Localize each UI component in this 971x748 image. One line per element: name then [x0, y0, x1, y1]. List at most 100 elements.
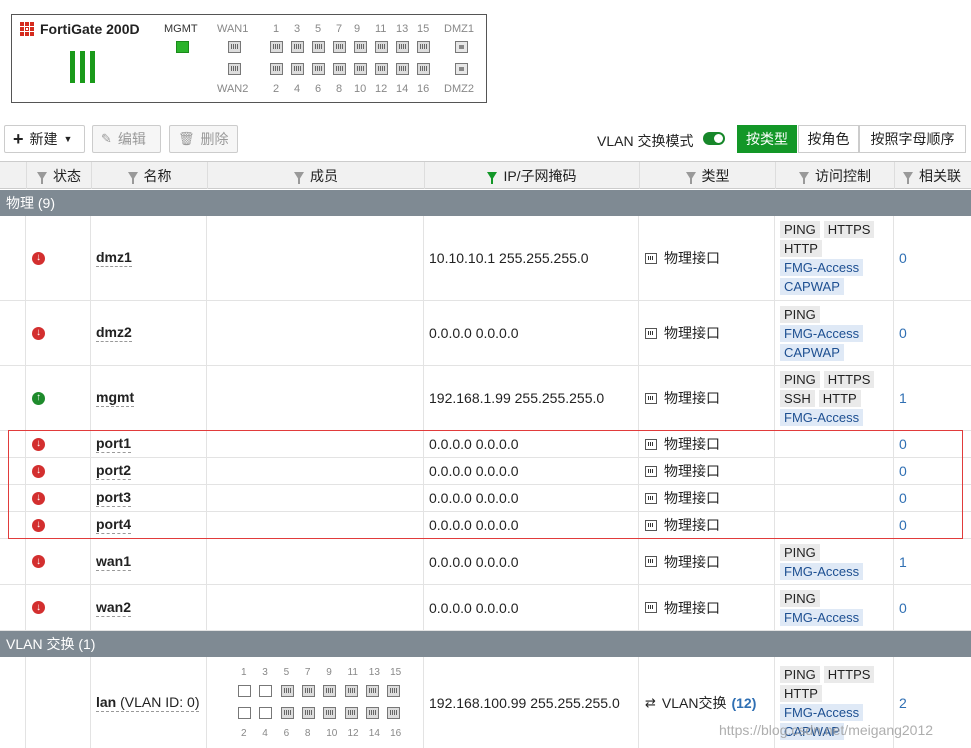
wan1-port[interactable] [228, 41, 241, 53]
name-cell[interactable]: wan1 [96, 539, 132, 584]
ref-count[interactable]: 0 [899, 512, 907, 538]
interface-name[interactable]: wan2 [96, 599, 132, 617]
name-cell[interactable]: dmz2 [96, 301, 132, 365]
ref-count[interactable]: 1 [899, 366, 907, 430]
table-row[interactable]: ↓ dmz2 0.0.0.0 0.0.0.0 物理接口 PING FMG-Acce… [0, 301, 971, 366]
switch-port[interactable] [291, 63, 304, 75]
lan-port-member[interactable] [365, 707, 379, 719]
lan-port-member[interactable] [344, 685, 358, 697]
lan-port-empty[interactable] [259, 707, 273, 719]
table-row[interactable]: ↓ port1 0.0.0.0 0.0.0.0 物理接口 0 [0, 431, 971, 458]
lan-port-number: 9 [326, 667, 332, 678]
switch-port[interactable] [396, 63, 409, 75]
dmz1-port[interactable] [455, 41, 468, 53]
ref-count[interactable]: 0 [899, 485, 907, 511]
col-access[interactable]: 访问控制 [775, 162, 894, 189]
group-physical[interactable]: 物理 (9) [0, 190, 971, 216]
lan-port-empty[interactable] [238, 707, 251, 719]
interface-name[interactable]: port1 [96, 435, 131, 453]
table-row[interactable]: ↓ port2 0.0.0.0 0.0.0.0 物理接口 0 [0, 458, 971, 485]
dmz2-port[interactable] [455, 63, 468, 75]
interface-name[interactable]: port2 [96, 462, 131, 480]
col-type[interactable]: 类型 [639, 162, 775, 189]
lan-port-member[interactable] [344, 707, 358, 719]
lan-port-member[interactable] [280, 685, 294, 697]
switch-port[interactable] [417, 63, 430, 75]
lan-port-member[interactable] [387, 707, 401, 719]
ref-count[interactable]: 0 [899, 431, 907, 457]
switch-port[interactable] [270, 41, 283, 53]
lan-port-member[interactable] [365, 685, 379, 697]
table-row[interactable]: ↓ wan1 0.0.0.0 0.0.0.0 物理接口 PING FMG-Acce… [0, 539, 971, 585]
lan-port-number: 10 [326, 728, 338, 739]
table-row[interactable]: ↓ port3 0.0.0.0 0.0.0.0 物理接口 0 [0, 485, 971, 512]
col-status[interactable]: 状态 [26, 162, 91, 189]
name-cell[interactable]: port3 [96, 485, 131, 511]
interface-name[interactable]: port4 [96, 516, 131, 534]
view-by-type-button[interactable]: 按类型 [737, 125, 797, 153]
name-cell[interactable]: dmz1 [96, 216, 132, 300]
switch-port[interactable] [270, 63, 283, 75]
lan-port-empty[interactable] [259, 685, 273, 697]
switch-port[interactable] [375, 41, 388, 53]
lan-type-count[interactable]: (12) [731, 695, 756, 711]
interface-name[interactable]: port3 [96, 489, 131, 507]
interface-name[interactable]: dmz2 [96, 324, 132, 342]
table-row[interactable]: ↓ port4 0.0.0.0 0.0.0.0 物理接口 0 [0, 512, 971, 539]
group-vlan[interactable]: VLAN 交换 (1) [0, 631, 971, 657]
view-alpha-button[interactable]: 按照字母顺序 [859, 125, 966, 153]
vlan-mode-toggle[interactable] [703, 132, 725, 145]
lan-port-member[interactable] [301, 685, 315, 697]
lan-port-number: 4 [262, 728, 268, 739]
interface-name[interactable]: wan1 [96, 553, 132, 571]
ref-count[interactable]: 0 [899, 216, 907, 300]
name-cell[interactable]: port4 [96, 512, 131, 538]
interface-name[interactable]: mgmt [96, 389, 135, 407]
table-row[interactable]: ↑ mgmt 192.168.1.99 255.255.255.0 物理接口 P… [0, 366, 971, 431]
col-ip[interactable]: IP/子网掩码 [424, 162, 639, 189]
lan-port-member[interactable] [323, 685, 337, 697]
name-cell[interactable]: port2 [96, 458, 131, 484]
switch-port[interactable] [333, 63, 346, 75]
lan-port-member[interactable] [387, 685, 401, 697]
switch-port[interactable] [375, 63, 388, 75]
lan-port-member[interactable] [280, 707, 294, 719]
switch-port[interactable] [354, 41, 367, 53]
col-ref[interactable]: 相关联 [894, 162, 971, 189]
switch-port[interactable] [333, 41, 346, 53]
dmz2-label: DMZ2 [444, 83, 474, 95]
switch-port[interactable] [417, 41, 430, 53]
mgmt-port[interactable] [176, 41, 189, 53]
switch-port[interactable] [312, 63, 325, 75]
new-button[interactable]: + 新建 ▼ [4, 125, 85, 153]
lan-port-member[interactable] [323, 707, 337, 719]
name-cell[interactable]: wan2 [96, 585, 132, 630]
table-row[interactable]: ↓ dmz1 10.10.10.1 255.255.255.0 物理接口 PIN… [0, 216, 971, 301]
name-cell[interactable]: mgmt [96, 366, 135, 430]
ref-count[interactable]: 0 [899, 301, 907, 365]
switch-port[interactable] [396, 41, 409, 53]
lan-name-cell[interactable]: lan (VLAN ID: 0) [96, 657, 200, 748]
caret-down-icon: ▼ [63, 134, 73, 144]
switch-port[interactable] [291, 41, 304, 53]
ref-count[interactable]: 0 [899, 458, 907, 484]
ref-count[interactable]: 0 [899, 585, 907, 630]
interface-name[interactable]: dmz1 [96, 249, 132, 267]
switch-port[interactable] [312, 41, 325, 53]
switch-port[interactable] [354, 63, 367, 75]
access-tags: PING HTTPS HTTP FMG-Access CAPWAP [780, 216, 890, 300]
edit-button[interactable]: ✎ 编辑 [92, 125, 161, 153]
wan2-port[interactable] [228, 63, 241, 75]
name-cell[interactable]: port1 [96, 431, 131, 457]
ip-cell: 10.10.10.1 255.255.255.0 [429, 250, 589, 266]
lan-port-number: 11 [347, 667, 358, 678]
ref-count[interactable]: 1 [899, 539, 907, 584]
lan-port-empty[interactable] [238, 685, 251, 697]
interface-name[interactable]: lan (VLAN ID: 0) [96, 694, 200, 712]
col-members[interactable]: 成员 [207, 162, 424, 189]
view-by-role-button[interactable]: 按角色 [798, 125, 859, 153]
lan-port-member[interactable] [301, 707, 315, 719]
col-name[interactable]: 名称 [91, 162, 207, 189]
delete-button[interactable]: 🗑 删除 [169, 125, 238, 153]
table-row[interactable]: ↓ wan2 0.0.0.0 0.0.0.0 物理接口 PING FMG-Acce… [0, 585, 971, 631]
